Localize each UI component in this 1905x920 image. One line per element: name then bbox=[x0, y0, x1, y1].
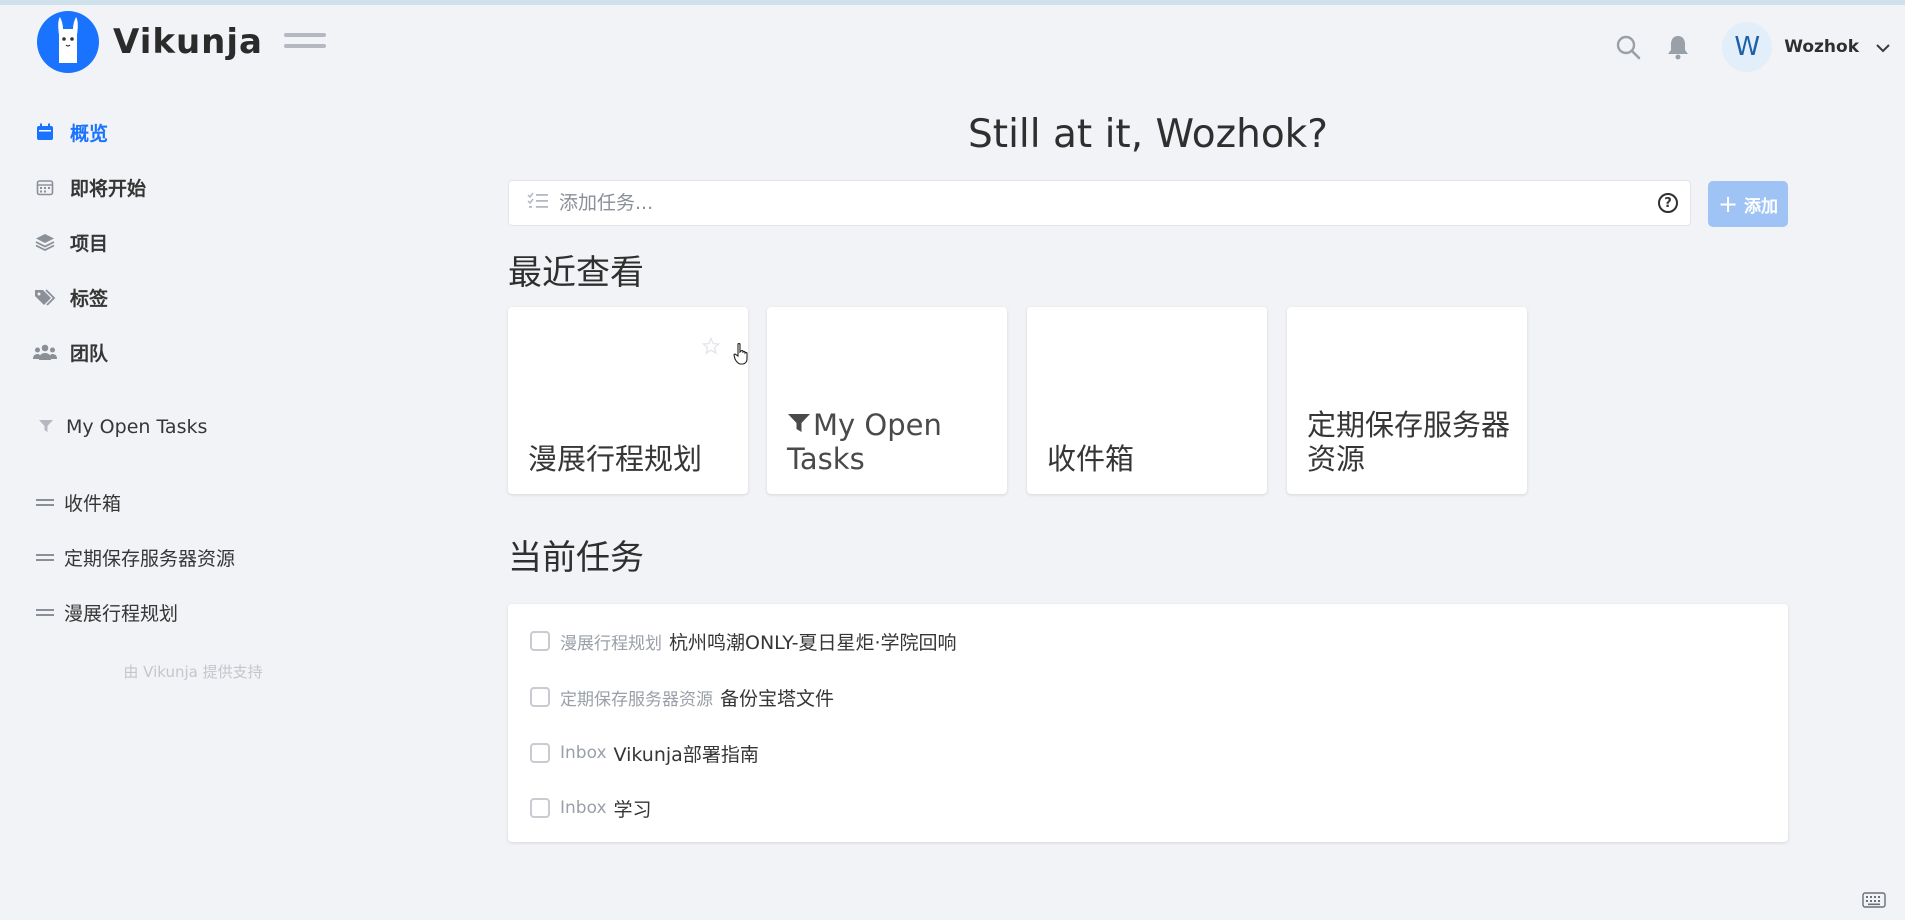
app-logo[interactable]: Vikunja bbox=[37, 11, 263, 73]
filter-icon bbox=[38, 418, 54, 437]
sidebar-project-inbox[interactable]: 收件箱 bbox=[36, 487, 121, 517]
task-project[interactable]: Inbox bbox=[560, 798, 607, 818]
card-title: 收件箱 bbox=[1047, 442, 1135, 476]
add-task-input[interactable] bbox=[557, 191, 1658, 215]
sidebar-item-label: 漫展行程规划 bbox=[64, 602, 179, 625]
sidebar-item-label: 即将开始 bbox=[70, 177, 147, 200]
task-title[interactable]: 杭州鸣潮ONLY-夏日星炬·学院回响 bbox=[669, 628, 956, 655]
task-title[interactable]: 学习 bbox=[614, 795, 652, 822]
task-list-icon bbox=[527, 192, 549, 214]
sidebar-item-label: 标签 bbox=[70, 287, 109, 310]
sidebar-item-label: 项目 bbox=[70, 232, 109, 255]
task-checkbox[interactable] bbox=[530, 743, 550, 763]
top-header: Vikunja W Wozhok bbox=[0, 5, 1905, 85]
sidebar-item-labels[interactable]: 标签 bbox=[32, 282, 108, 312]
sidebar-item-overview[interactable]: 概览 bbox=[32, 117, 108, 147]
task-checkbox[interactable] bbox=[530, 631, 550, 651]
users-icon bbox=[32, 343, 58, 361]
task-project[interactable]: Inbox bbox=[560, 743, 607, 763]
sidebar-item-label: My Open Tasks bbox=[66, 416, 208, 438]
task-checkbox[interactable] bbox=[530, 687, 550, 707]
task-project[interactable]: 定期保存服务器资源 bbox=[560, 685, 713, 710]
keyboard-icon[interactable] bbox=[1862, 892, 1886, 912]
task-row: Inbox Vikunja部署指南 bbox=[530, 738, 759, 768]
layers-icon bbox=[32, 232, 58, 252]
sidebar-project-expo-plan[interactable]: 漫展行程规划 bbox=[36, 597, 178, 627]
add-task-box: ? bbox=[508, 180, 1691, 226]
sidebar-item-label: 概览 bbox=[70, 122, 109, 145]
plus-icon: + bbox=[1717, 190, 1739, 218]
drag-handle-icon[interactable] bbox=[36, 606, 54, 619]
card-title: 定期保存服务器资源 bbox=[1307, 408, 1511, 476]
card-title: My Open Tasks bbox=[787, 406, 993, 476]
task-project[interactable]: 漫展行程规划 bbox=[560, 629, 662, 654]
bell-icon[interactable] bbox=[1660, 29, 1696, 65]
page-title: Still at it, Wozhok? bbox=[968, 112, 1328, 157]
filter-icon bbox=[787, 406, 813, 440]
avatar-initial: W bbox=[1734, 32, 1761, 62]
hamburger-icon[interactable] bbox=[284, 33, 326, 59]
task-row: 定期保存服务器资源 备份宝塔文件 bbox=[530, 682, 834, 712]
search-icon[interactable] bbox=[1610, 29, 1646, 65]
sidebar-item-teams[interactable]: 团队 bbox=[32, 337, 108, 367]
powered-by[interactable]: 由 Vikunja 提供支持 bbox=[0, 661, 386, 682]
current-tasks-title: 当前任务 bbox=[508, 538, 644, 578]
sidebar-project-server-backup[interactable]: 定期保存服务器资源 bbox=[36, 542, 235, 572]
sidebar-item-label: 定期保存服务器资源 bbox=[64, 547, 236, 570]
recent-filter-card[interactable]: My Open Tasks bbox=[767, 307, 1007, 494]
add-task-button-label: 添加 bbox=[1744, 196, 1779, 217]
recent-project-card[interactable]: 漫展行程规划 bbox=[508, 307, 748, 494]
calendar-icon bbox=[32, 123, 58, 141]
username[interactable]: Wozhok bbox=[1784, 37, 1859, 57]
recent-section-title: 最近查看 bbox=[508, 253, 644, 293]
sidebar-item-upcoming[interactable]: 即将开始 bbox=[32, 172, 146, 202]
chevron-down-icon[interactable] bbox=[1875, 38, 1891, 57]
task-title[interactable]: 备份宝塔文件 bbox=[720, 684, 834, 711]
task-list: 漫展行程规划 杭州鸣潮ONLY-夏日星炬·学院回响 定期保存服务器资源 备份宝塔… bbox=[508, 604, 1788, 842]
sidebar-saved-filter[interactable]: My Open Tasks bbox=[38, 412, 207, 442]
avatar[interactable]: W bbox=[1722, 22, 1773, 72]
sidebar-item-projects[interactable]: 项目 bbox=[32, 227, 108, 257]
task-title[interactable]: Vikunja部署指南 bbox=[614, 740, 759, 767]
llama-logo-icon bbox=[37, 11, 99, 73]
drag-handle-icon[interactable] bbox=[36, 496, 54, 509]
sidebar-item-label: 团队 bbox=[70, 342, 109, 365]
task-row: 漫展行程规划 杭州鸣潮ONLY-夏日星炬·学院回响 bbox=[530, 626, 956, 656]
task-checkbox[interactable] bbox=[530, 798, 550, 818]
calendar-grid-icon bbox=[32, 178, 58, 196]
card-title: 漫展行程规划 bbox=[528, 442, 703, 476]
tags-icon bbox=[32, 288, 58, 306]
mouse-pointer-icon bbox=[733, 342, 749, 369]
star-icon[interactable] bbox=[701, 336, 721, 359]
sidebar-item-label: 收件箱 bbox=[64, 492, 122, 515]
recent-project-card[interactable]: 收件箱 bbox=[1027, 307, 1267, 494]
app-name: Vikunja bbox=[113, 22, 263, 62]
drag-handle-icon[interactable] bbox=[36, 551, 54, 564]
help-icon[interactable]: ? bbox=[1658, 193, 1678, 213]
recent-project-card[interactable]: 定期保存服务器资源 bbox=[1287, 307, 1527, 494]
add-task-button[interactable]: + 添加 bbox=[1708, 181, 1788, 227]
task-row: Inbox 学习 bbox=[530, 793, 652, 823]
